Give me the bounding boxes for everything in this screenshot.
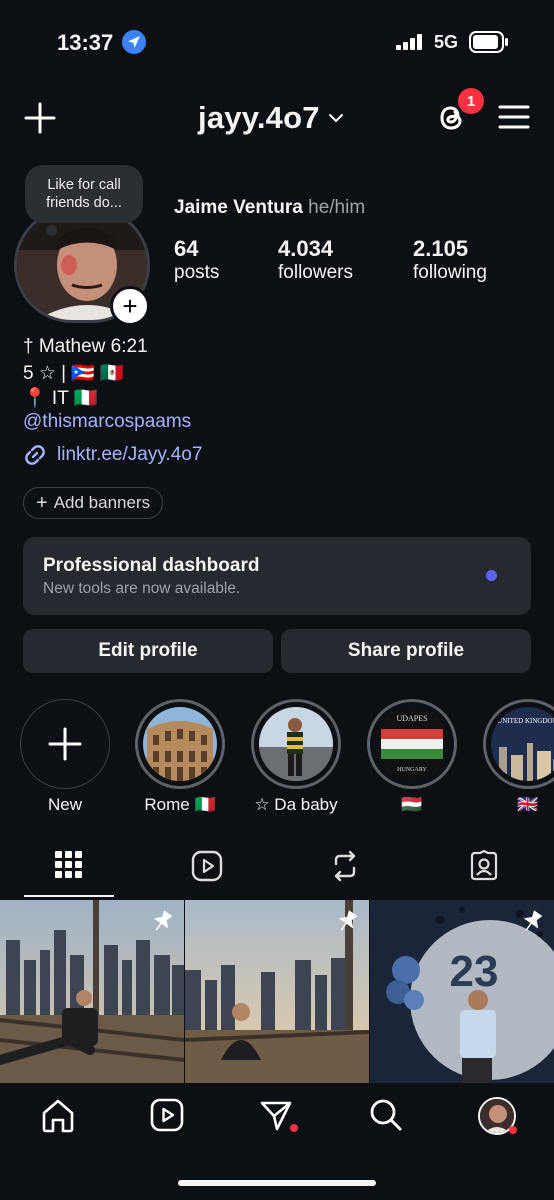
highlight-label: ☆ Da baby — [254, 795, 338, 814]
tab-tagged[interactable] — [468, 850, 500, 882]
dashboard-title: Professional dashboard — [43, 555, 260, 576]
pin-icon — [338, 910, 358, 931]
dashboard-subtitle: New tools are now available. — [43, 580, 241, 597]
bio-external-link[interactable]: linktr.ee/Jayy.4o7 — [23, 443, 202, 467]
note-bubble[interactable]: Like for call friends do... — [25, 165, 143, 223]
pin-icon — [153, 910, 173, 931]
add-banners-button[interactable]: + Add banners — [23, 487, 164, 519]
link-icon — [25, 445, 45, 465]
highlight-label: New — [47, 795, 82, 814]
profile-notification-dot — [509, 1126, 517, 1134]
bio-mention-link[interactable]: @thismarcospaams — [23, 411, 191, 433]
highlight-hungary-bottom-text: HUNGARY — [397, 767, 427, 773]
account-switcher[interactable]: jayy.4o7 — [198, 100, 344, 136]
home-icon — [42, 1099, 74, 1133]
stat-followers[interactable]: 4.034 followers — [278, 236, 353, 284]
search-icon — [370, 1099, 402, 1131]
nav-search[interactable] — [369, 1098, 403, 1132]
tab-reposts[interactable] — [330, 850, 360, 882]
stat-following[interactable]: 2.105 following — [413, 236, 487, 284]
highlight-label: 🇭🇺 — [401, 795, 423, 814]
tagged-icon — [470, 850, 498, 881]
bio-line: 📍 IT 🇮🇹 — [23, 388, 98, 409]
send-icon — [260, 1101, 292, 1131]
highlight-hungary[interactable]: UDAPES HUNGARY — [367, 699, 457, 789]
highlight-label: Rome 🇮🇹 — [144, 795, 216, 814]
highlight-rome[interactable] — [135, 699, 225, 789]
add-story-button[interactable]: + — [110, 286, 150, 326]
nav-reels[interactable] — [150, 1098, 184, 1132]
active-tab-indicator — [24, 895, 114, 897]
reels-icon — [191, 850, 223, 882]
post-tile[interactable] — [185, 900, 369, 1083]
reels-icon — [150, 1098, 184, 1132]
tab-reels[interactable] — [191, 850, 223, 882]
highlight-label: 🇬🇧 — [517, 795, 539, 814]
tab-grid[interactable] — [55, 850, 83, 880]
network-type: 5G — [434, 32, 459, 52]
edit-profile-button[interactable]: Edit profile — [23, 629, 273, 673]
username: jayy.4o7 — [198, 100, 320, 135]
pin-icon — [523, 910, 543, 931]
home-indicator — [178, 1180, 376, 1186]
highlight-hungary-top-text: UDAPES — [396, 714, 427, 723]
chevron-down-icon — [328, 114, 343, 123]
highlight-uk[interactable]: UNITED KINGDOM — [483, 699, 554, 789]
reposts-icon — [334, 850, 356, 882]
plus-icon — [24, 102, 56, 134]
messages-notification-dot — [290, 1124, 298, 1132]
status-time: 13:37 — [57, 30, 114, 55]
share-profile-button[interactable]: Share profile — [281, 629, 531, 673]
menu-icon[interactable] — [498, 104, 530, 130]
cellular-signal-icon — [396, 34, 426, 50]
post-tile[interactable] — [0, 900, 184, 1083]
highlight-uk-top-text: UNITED KINGDOM — [497, 717, 554, 725]
stat-posts[interactable]: 64 posts — [174, 236, 219, 284]
post-tile[interactable]: 23 — [370, 900, 554, 1083]
full-name: Jaime Ventura he/him — [174, 197, 366, 218]
balloon-number: 23 — [450, 947, 499, 996]
note-bubble-tail — [46, 225, 57, 236]
plus-icon — [47, 726, 83, 762]
new-indicator-dot — [486, 570, 497, 581]
grid-icon — [55, 851, 82, 878]
plus-icon: + — [36, 492, 48, 514]
nav-messages[interactable] — [259, 1098, 293, 1132]
highlight-da-baby[interactable] — [251, 699, 341, 789]
bio-line: † Mathew 6:21 — [23, 336, 148, 357]
battery-icon — [469, 31, 509, 53]
nav-home[interactable] — [41, 1098, 75, 1134]
plus-icon: + — [122, 291, 138, 321]
bio-line: 5 ☆ | 🇵🇷 🇲🇽 — [23, 363, 124, 384]
create-post-button[interactable] — [24, 102, 56, 134]
pronouns: he/him — [308, 197, 366, 218]
location-arrow-icon — [122, 30, 146, 54]
notification-badge: 1 — [458, 88, 484, 114]
